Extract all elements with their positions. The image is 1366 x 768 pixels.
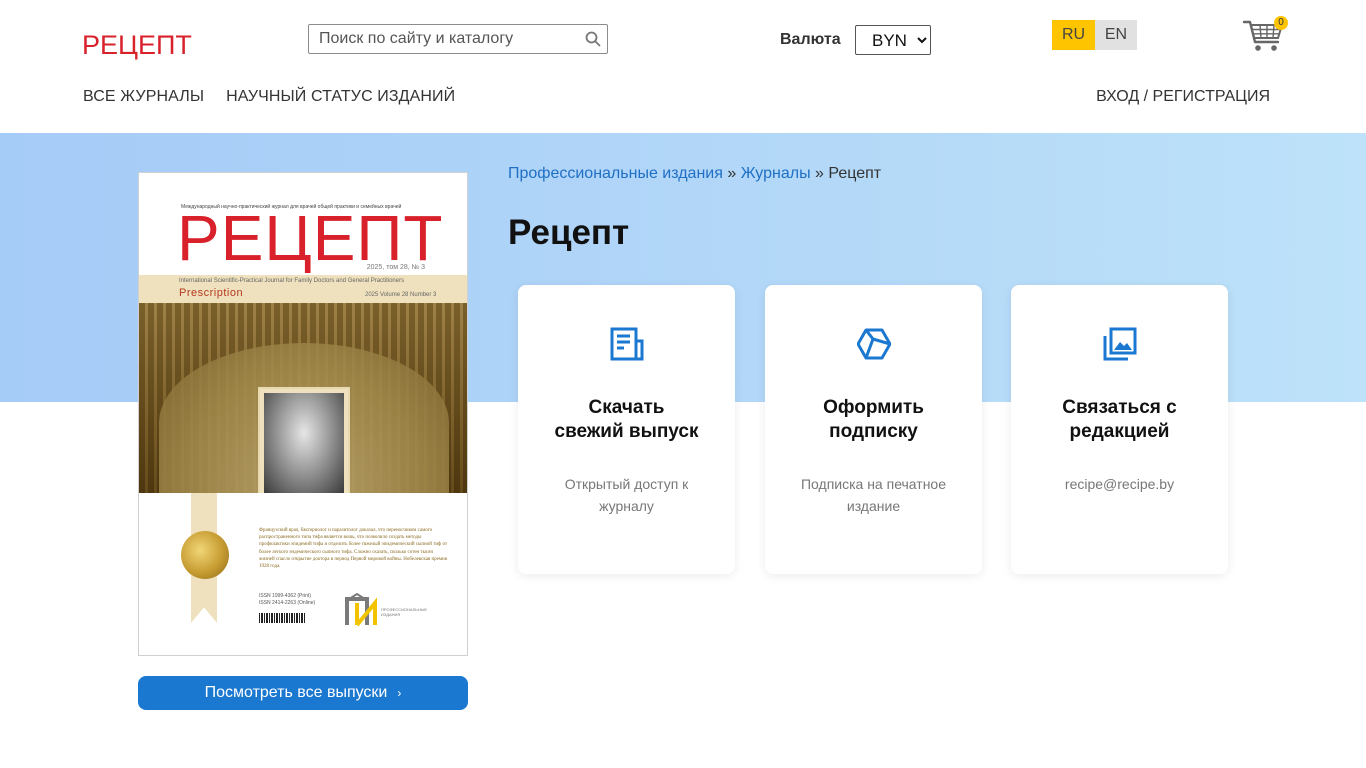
breadcrumb-separator: » (815, 165, 824, 182)
currency-label: Валюта (780, 31, 841, 48)
login-register-link[interactable]: ВХОД / РЕГИСТРАЦИЯ (1096, 88, 1270, 106)
card-description: Подписка на печатное издание (800, 476, 947, 514)
breadcrumb-journals[interactable]: Журналы (741, 165, 811, 182)
card-title: Связаться с редакцией (1011, 396, 1228, 444)
card-description: Открытый доступ к журналу (564, 476, 689, 514)
issn-online: ISSN 2414-2263 (Online) (259, 600, 316, 606)
cover-band: International Scientific-Practical Journ… (139, 275, 467, 303)
nav-all-journals[interactable]: ВСЕ ЖУРНАЛЫ (83, 88, 204, 106)
page-title: Рецепт (508, 213, 630, 252)
journal-cover[interactable]: Международный научно-практический журнал… (138, 172, 468, 656)
cart-count-badge: 0 (1274, 16, 1288, 30)
cover-subtitle-en: Prescription (179, 287, 244, 299)
card-contact-editors[interactable]: Связаться с редакцией recipe@recipe.by (1011, 285, 1228, 574)
barcode-icon (259, 613, 305, 623)
cover-tagline-en: International Scientific-Practical Journ… (179, 278, 405, 284)
view-all-issues-label: Посмотреть все выпуски (204, 684, 388, 701)
search-input[interactable] (309, 25, 579, 53)
cover-body-text: Французский врач, бактериолог и паразито… (259, 528, 448, 570)
cover-issue-en: 2025 Volume 28 Number 3 (365, 292, 437, 298)
lang-ru-button[interactable]: RU (1052, 20, 1095, 50)
card-title-line1: Скачать (588, 397, 665, 418)
card-download-issue[interactable]: Скачать свежий выпуск Открытый доступ к … (518, 285, 735, 574)
breadcrumb-current: Рецепт (828, 165, 882, 182)
card-title-line2: свежий выпуск (554, 421, 699, 442)
breadcrumb-professional-editions[interactable]: Профессиональные издания (508, 165, 723, 182)
card-email[interactable]: recipe@recipe.by (1031, 473, 1208, 495)
newspaper-icon (610, 327, 644, 361)
card-subscribe[interactable]: Оформить подписку Подписка на печатное и… (765, 285, 982, 574)
breadcrumb: Профессиональные издания » Журналы » Рец… (508, 165, 881, 183)
search-icon[interactable] (585, 31, 601, 47)
cart-button[interactable]: 0 (1242, 14, 1288, 54)
site-logo[interactable]: РЕЦЕПТ (82, 26, 192, 60)
issn-print: ISSN 1999-4362 (Print) (259, 593, 311, 599)
cube-icon (857, 328, 891, 360)
currency-select[interactable]: BYN (855, 25, 931, 55)
chevron-right-icon: › (397, 686, 402, 700)
cover-title: РЕЦЕПТ (177, 202, 444, 274)
cover-bottom: Французский врач, бактериолог и паразито… (139, 493, 467, 655)
publisher-logo: ПРОФЕССИОНАЛЬНЫЕ ИЗДАНИЯ (345, 592, 428, 627)
portrait-image (264, 393, 344, 493)
cover-issue-ru: 2025, том 28, № 3 (366, 264, 425, 271)
cover-header: Международный научно-практический журнал… (139, 173, 467, 275)
card-title: Скачать свежий выпуск (518, 396, 735, 444)
nav-scientific-status[interactable]: НАУЧНЫЙ СТАТУС ИЗДАНИЙ (226, 88, 455, 106)
card-title: Оформить подписку (765, 396, 982, 444)
main-nav: ВСЕ ЖУРНАЛЫ НАУЧНЫЙ СТАТУС ИЗДАНИЙ (83, 88, 455, 106)
language-switcher: RU EN (1052, 20, 1137, 50)
breadcrumb-separator: » (727, 165, 737, 182)
nobel-medal-icon (181, 531, 229, 579)
card-title-line2: редакцией (1069, 421, 1170, 442)
gallery-icon (1103, 327, 1137, 361)
view-all-issues-button[interactable]: Посмотреть все выпуски › (138, 676, 468, 710)
publisher-name: ПРОФЕССИОНАЛЬНЫЕ ИЗДАНИЯ (381, 607, 428, 617)
card-title-line1: Оформить (823, 397, 924, 418)
cover-issn: ISSN 1999-4362 (Print) ISSN 2414-2263 (O… (259, 593, 315, 607)
lang-en-button[interactable]: EN (1095, 20, 1137, 50)
site-header: РЕЦЕПТ Валюта BYN RU EN 0 ВСЕ ЖУРНАЛЫ (0, 0, 1366, 133)
search-box (308, 24, 608, 54)
logo-text: РЕЦЕПТ (82, 30, 192, 60)
card-title-line2: подписку (829, 421, 918, 442)
card-title-line1: Связаться с (1062, 397, 1177, 418)
